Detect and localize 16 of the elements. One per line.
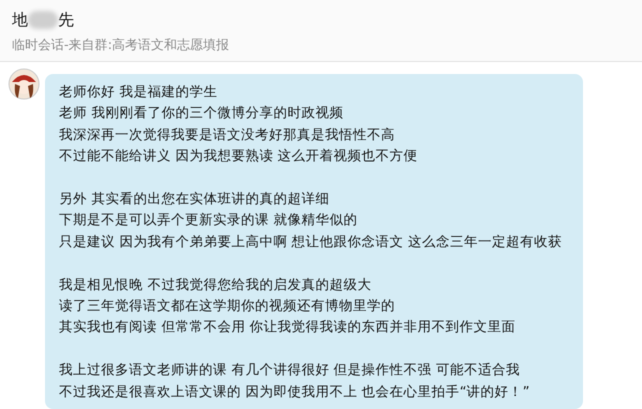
avatar-icon[interactable] [8,68,40,100]
message-line: 老师你好 我是福建的学生 [59,83,218,102]
message-line: 下期是不是可以弄个更新实录的课 就像精华似的 [59,211,358,230]
message-line: 读了三年觉得语文都在这学期你的视频还有博物里学的 [59,297,396,316]
message-line: 我深深再一次觉得我要是语文没考好那真是我悟性不高 [59,126,396,145]
message-line: 老师 我刚刚看了你的三个微博分享的时政视频 [59,104,344,124]
message-line: 不过我还是很喜欢上语文课的 因为即使我用不上 也会在心里拍手“讲的好！” [59,382,531,402]
contact-name: 地 [12,10,28,30]
message-line: 不过能不能给讲义 因为我想要熟读 这么开着视频也不方便 [59,147,419,166]
chat-subtitle: 临时会话-来自群:高考语文和志愿填报 [12,37,230,54]
message-line: 我是相见恨晚 不过我觉得您给我的启发真的超级大 [59,276,372,295]
message-line: 另外 其实看的出您在实体班讲的真的超详细 [59,190,330,210]
message-line: 我上过很多语文老师讲的课 有几个讲得很好 但是操作性不强 可能不适合我 [59,361,521,380]
message-line: 其实我也有阅读 但常常不会用 你让我觉得我读的东西并非用不到作文里面 [59,318,517,338]
contact-name: 先 [58,10,74,30]
message-line: 只是建议 因为我有个弟弟要上高中啊 想让他跟你念语文 这么念三年一定超有收获 [59,232,563,252]
